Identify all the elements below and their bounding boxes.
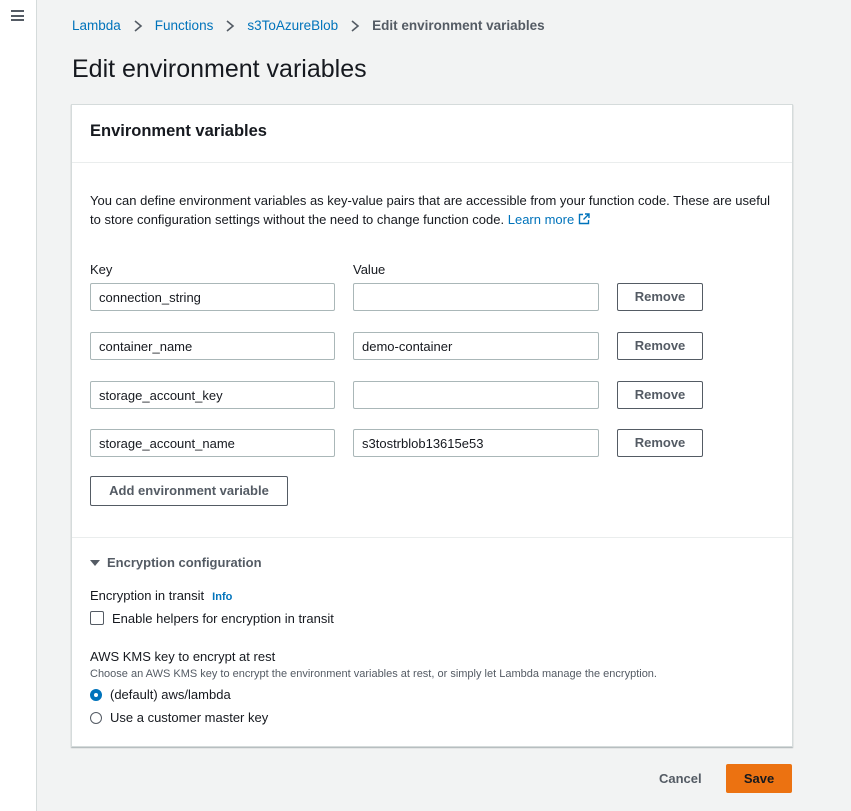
radio-selected[interactable] bbox=[90, 689, 102, 701]
env-var-row: Remove bbox=[72, 283, 792, 311]
remove-button[interactable]: Remove bbox=[617, 332, 703, 360]
radio-option-default[interactable]: (default) aws/lambda bbox=[90, 687, 231, 702]
remove-button[interactable]: Remove bbox=[617, 283, 703, 311]
value-input[interactable] bbox=[353, 429, 599, 457]
info-link[interactable]: Info bbox=[212, 591, 232, 603]
breadcrumb-functions[interactable]: Functions bbox=[155, 18, 214, 33]
section-divider bbox=[72, 537, 792, 538]
enable-helpers-checkbox-row[interactable]: Enable helpers for encryption in transit bbox=[90, 611, 334, 626]
panel-header: Environment variables bbox=[72, 105, 792, 163]
description-text: You can define environment variables as … bbox=[90, 193, 770, 227]
value-input[interactable] bbox=[353, 381, 599, 409]
key-input[interactable] bbox=[90, 429, 335, 457]
value-input[interactable] bbox=[353, 283, 599, 311]
chevron-right-icon bbox=[226, 19, 235, 32]
key-input[interactable] bbox=[90, 283, 335, 311]
transit-label-text: Encryption in transit bbox=[90, 588, 205, 603]
panel-title: Environment variables bbox=[90, 122, 267, 140]
learn-more-label[interactable]: Learn more bbox=[508, 212, 574, 227]
env-var-row: Remove bbox=[72, 429, 792, 457]
page-title: Edit environment variables bbox=[72, 55, 367, 83]
radio-default-label[interactable]: (default) aws/lambda bbox=[110, 687, 231, 702]
cancel-button[interactable]: Cancel bbox=[659, 771, 702, 786]
radio-unselected[interactable] bbox=[90, 712, 102, 724]
environment-variables-panel: Environment variables You can define env… bbox=[71, 104, 793, 747]
external-link-icon bbox=[579, 213, 590, 225]
key-input[interactable] bbox=[90, 381, 335, 409]
chevron-right-icon bbox=[134, 19, 143, 32]
breadcrumb-current: Edit environment variables bbox=[372, 18, 545, 33]
breadcrumb-lambda[interactable]: Lambda bbox=[72, 18, 121, 33]
enable-helpers-checkbox[interactable] bbox=[90, 611, 104, 625]
key-column-label: Key bbox=[90, 262, 113, 277]
env-var-row: Remove bbox=[72, 381, 792, 409]
radio-customer-key-label[interactable]: Use a customer master key bbox=[110, 710, 268, 725]
breadcrumb: Lambda Functions s3ToAzureBlob Edit envi… bbox=[72, 18, 545, 33]
caret-down-icon bbox=[90, 560, 100, 566]
learn-more-link[interactable]: Learn more bbox=[508, 212, 590, 227]
key-input[interactable] bbox=[90, 332, 335, 360]
radio-option-customer-key[interactable]: Use a customer master key bbox=[90, 710, 268, 725]
breadcrumb-function-name[interactable]: s3ToAzureBlob bbox=[247, 18, 338, 33]
encryption-toggle-label[interactable]: Encryption configuration bbox=[107, 555, 262, 570]
enable-helpers-label[interactable]: Enable helpers for encryption in transit bbox=[112, 611, 334, 626]
remove-button[interactable]: Remove bbox=[617, 381, 703, 409]
kms-key-label: AWS KMS key to encrypt at rest bbox=[90, 649, 276, 664]
add-environment-variable-button[interactable]: Add environment variable bbox=[90, 476, 288, 506]
remove-button[interactable]: Remove bbox=[617, 429, 703, 457]
side-navigation-rail bbox=[0, 0, 37, 811]
panel-description: You can define environment variables as … bbox=[90, 191, 780, 229]
value-input[interactable] bbox=[353, 332, 599, 360]
encryption-configuration-toggle[interactable]: Encryption configuration bbox=[90, 555, 262, 570]
kms-key-description: Choose an AWS KMS key to encrypt the env… bbox=[90, 668, 657, 680]
chevron-right-icon bbox=[351, 19, 360, 32]
save-button[interactable]: Save bbox=[726, 764, 792, 793]
value-column-label: Value bbox=[353, 262, 386, 277]
hamburger-menu-icon[interactable] bbox=[11, 10, 24, 21]
encryption-in-transit-label: Encryption in transit Info bbox=[90, 588, 232, 603]
env-var-row: Remove bbox=[72, 332, 792, 360]
